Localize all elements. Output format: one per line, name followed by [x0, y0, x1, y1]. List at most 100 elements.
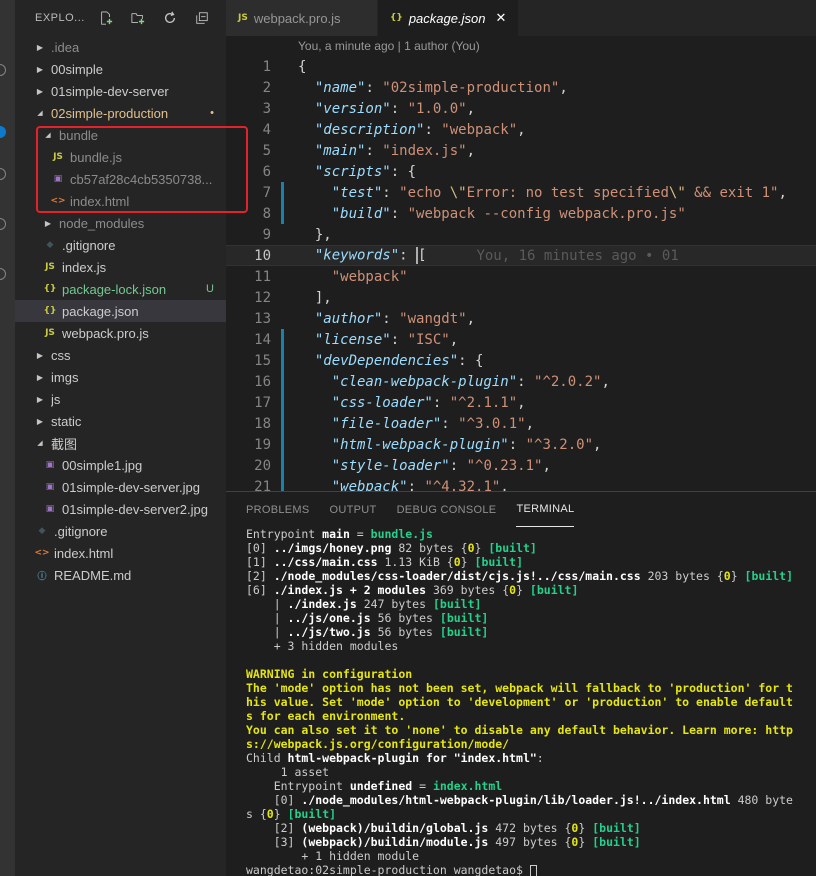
terminal-text: 1.13 KiB {	[377, 555, 454, 569]
tree-item[interactable]: ▶ node_modules	[15, 212, 226, 234]
gutter	[271, 161, 298, 182]
code-token: ,	[601, 373, 610, 390]
terminal-text: WARNING in configuration	[246, 667, 413, 681]
chevron-right-icon[interactable]: ▶	[35, 417, 45, 426]
code-token: {	[298, 58, 307, 75]
tree-item[interactable]: ◢ 截图	[15, 432, 226, 454]
tree-item[interactable]: <> index.html	[15, 542, 226, 564]
gutter	[271, 392, 298, 413]
chevron-right-icon[interactable]: ▶	[35, 395, 45, 404]
gutter	[271, 224, 298, 245]
terminal-line: s {0} [built]	[246, 807, 816, 821]
code-token: :	[382, 184, 400, 201]
code-editor[interactable]: 1{2 "name": "02simple-production", 3 "ver…	[226, 56, 816, 497]
chevron-right-icon[interactable]: ▶	[35, 87, 45, 96]
tree-item[interactable]: JS webpack.pro.js	[15, 322, 226, 344]
tab-debug-console[interactable]: DEBUG CONSOLE	[397, 492, 497, 527]
tree-item[interactable]: ▶ static	[15, 410, 226, 432]
tree-item[interactable]: ▶ 00simple	[15, 58, 226, 80]
tab-output[interactable]: OUTPUT	[330, 492, 377, 527]
line-number: 11	[254, 268, 271, 285]
code-token: :	[390, 331, 408, 348]
terminal-line: [6] ./index.js + 2 modules 369 bytes {0}…	[246, 583, 816, 597]
chevron-down-icon[interactable]: ◢	[35, 109, 45, 117]
file-type-icon: ▣	[45, 460, 55, 470]
activity-icon[interactable]	[0, 168, 6, 180]
gutter	[271, 287, 298, 308]
refresh-icon[interactable]	[162, 10, 178, 26]
terminal-text: }	[474, 541, 489, 555]
line-number: 9	[262, 226, 271, 243]
activity-icon[interactable]	[0, 268, 6, 280]
code-token: "devDependencies"	[314, 352, 459, 369]
chevron-right-icon[interactable]: ▶	[43, 219, 53, 228]
tree-item[interactable]: ▣ 01simple-dev-server2.jpg	[15, 498, 226, 520]
chevron-right-icon[interactable]: ▶	[35, 43, 45, 52]
codelens-blame[interactable]: You, a minute ago | 1 author (You)	[226, 36, 816, 56]
code-token: && exit 1"	[685, 184, 779, 201]
code-token: "file-loader"	[331, 415, 442, 432]
line-number: 10	[254, 247, 271, 264]
tree-item[interactable]: ◆ .gitignore	[15, 234, 226, 256]
tree-item[interactable]: ⓘ README.md	[15, 564, 226, 586]
tree-item[interactable]: ▣ 00simple1.jpg	[15, 454, 226, 476]
tree-item[interactable]: ▶ imgs	[15, 366, 226, 388]
terminal-line: | ../js/two.js 56 bytes [built]	[246, 625, 816, 639]
tree-item[interactable]: ▶ css	[15, 344, 226, 366]
tree-item[interactable]: {} package-lock.json U	[15, 278, 226, 300]
chevron-right-icon[interactable]: ▶	[35, 65, 45, 74]
terminal-text: ./index.js	[287, 597, 357, 611]
code-text: "main": "index.js",	[298, 143, 475, 159]
terminal-text: ../js/two.js	[287, 625, 371, 639]
tree-item[interactable]: JS index.js	[15, 256, 226, 278]
tree-item[interactable]: ▶ 01simple-dev-server	[15, 80, 226, 102]
tab-webpack-pro-js[interactable]: JS webpack.pro.js	[226, 0, 378, 36]
gutter	[271, 56, 298, 77]
line-number: 15	[254, 352, 271, 369]
gutter	[271, 77, 298, 98]
terminal-text: You can also set it to 'none' to disable…	[246, 723, 793, 737]
terminal-text: [2]	[246, 569, 274, 583]
activity-icon[interactable]	[0, 64, 6, 76]
tree-item[interactable]: ▶ .idea	[15, 36, 226, 58]
tree-item-label: README.md	[54, 567, 132, 583]
tree-item[interactable]: ▶ js	[15, 388, 226, 410]
activity-icon[interactable]	[0, 218, 6, 230]
chevron-down-icon[interactable]: ◢	[35, 439, 45, 447]
new-file-icon[interactable]	[98, 10, 114, 26]
chevron-right-icon[interactable]: ▶	[35, 373, 45, 382]
code-line: 20 "style-loader": "^0.23.1",	[226, 455, 816, 476]
gutter	[271, 98, 298, 119]
code-text: "css-loader": "^2.1.1",	[298, 395, 526, 411]
activity-badge-icon[interactable]	[0, 126, 6, 138]
code-text: "description": "webpack",	[298, 122, 526, 138]
code-text: "keywords": [You, 16 minutes ago • 01	[298, 247, 679, 264]
code-token: :	[508, 436, 526, 453]
code-token: ,	[542, 457, 551, 474]
tree-item-label: 01simple-dev-server	[51, 83, 169, 99]
tree-item[interactable]: {} package.json	[15, 300, 226, 322]
terminal[interactable]: Entrypoint main = bundle.js [0] ../imgs/h…	[226, 527, 816, 876]
tree-item-label: 01simple-dev-server.jpg	[62, 479, 201, 495]
code-token: Error: no test specified	[466, 184, 669, 201]
tree-item[interactable]: ◆ .gitignore	[15, 520, 226, 542]
tab-problems[interactable]: PROBLEMS	[246, 492, 310, 527]
chevron-right-icon[interactable]: ▶	[35, 351, 45, 360]
tab-terminal[interactable]: TERMINAL	[516, 492, 575, 527]
terminal-text: }	[516, 583, 530, 597]
tree-item[interactable]: ▣ 01simple-dev-server.jpg	[15, 476, 226, 498]
new-folder-icon[interactable]	[130, 10, 146, 26]
tree-item[interactable]: ◢ 02simple-production •	[15, 102, 226, 124]
tree-item-label: webpack.pro.js	[62, 325, 149, 341]
line-number: 14	[254, 331, 271, 348]
code-token: "html-webpack-plugin"	[331, 436, 509, 453]
collapse-all-icon[interactable]	[194, 10, 210, 26]
code-token: },	[298, 226, 332, 243]
close-icon[interactable]: ✕	[495, 10, 506, 26]
tab-package-json[interactable]: {} package.json ✕	[378, 0, 520, 36]
file-type-icon: ◆	[46, 240, 54, 250]
code-token: "test"	[331, 184, 383, 201]
